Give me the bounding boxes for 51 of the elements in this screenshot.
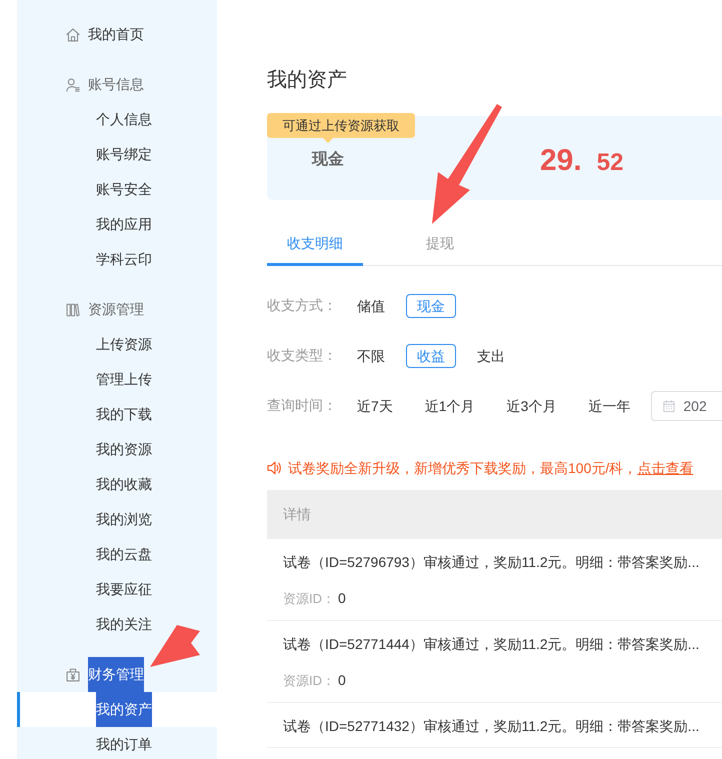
calendar-icon: [663, 400, 676, 412]
sidebar-item[interactable]: 管理上传: [17, 362, 217, 397]
record-detail: 试卷（ID=52771444）审核通过，奖励11.2元。明细：带答案奖励...: [283, 635, 700, 654]
sidebar-item[interactable]: 我的订单: [17, 727, 217, 759]
page-title: 我的资产: [267, 68, 348, 93]
filter-label: 收支类型：: [267, 347, 338, 365]
books-icon: [66, 302, 80, 316]
filter-option[interactable]: 储值: [346, 294, 396, 318]
balance-amount: 29.: [540, 144, 582, 178]
balance-decimals: 52: [596, 148, 624, 178]
record-detail: 试卷（ID=52796793）审核通过，奖励11.2元。明细：带答案奖励...: [283, 553, 700, 572]
sidebar-item[interactable]: 学科云印: [17, 242, 217, 277]
sidebar-item[interactable]: 账号绑定: [17, 137, 217, 172]
sidebar-item[interactable]: 我的应用: [17, 207, 217, 242]
yen-box-icon: [66, 668, 80, 682]
balance-label: 现金: [312, 150, 344, 170]
notice-text: 试卷奖励全新升级，新增优秀下载奖励，最高100元/科，点击查看: [288, 459, 694, 478]
sidebar-item[interactable]: 我的资产: [17, 692, 217, 727]
filter-option[interactable]: 近一年: [577, 394, 642, 418]
sidebar-item[interactable]: 我的下载: [17, 397, 217, 432]
home-icon: [66, 28, 80, 42]
user-icon: [66, 78, 80, 92]
sidebar-item[interactable]: 我的收藏: [17, 467, 217, 502]
date-field[interactable]: 202: [651, 391, 722, 421]
sidebar-link[interactable]: 我的首页: [88, 17, 144, 52]
filter-option[interactable]: 近1个月: [414, 394, 486, 418]
sidebar-item[interactable]: 个人信息: [17, 102, 217, 137]
resource-id-label: 资源ID：: [283, 590, 335, 608]
tooltip-badge: 可通过上传资源获取: [267, 113, 415, 143]
section-heading: 财务管理: [88, 657, 144, 692]
filter-option[interactable]: 支出: [466, 344, 516, 368]
filter-option[interactable]: 近3个月: [496, 394, 568, 418]
column-header: 详情: [267, 490, 722, 539]
sidebar-item[interactable]: 我的浏览: [17, 502, 217, 537]
sidebar-item[interactable]: 我的关注: [17, 607, 217, 642]
resource-id-label: 资源ID：: [283, 672, 335, 690]
section-heading: 资源管理: [88, 300, 144, 319]
record-detail: 试卷（ID=52771432）审核通过，奖励11.2元。明细：带答案奖励...: [283, 717, 700, 736]
sidebar-item[interactable]: 我要应征: [17, 572, 217, 607]
speaker-icon: [267, 461, 282, 475]
filter-option[interactable]: 近7天: [346, 394, 404, 418]
section-heading: 账号信息: [88, 75, 144, 94]
sidebar-item[interactable]: 我的资源: [17, 432, 217, 467]
filter-label: 收支方式：: [267, 297, 338, 315]
filter-option[interactable]: 不限: [346, 344, 396, 368]
resource-id-value: 0: [338, 589, 346, 608]
sidebar-item[interactable]: 我的云盘: [17, 537, 217, 572]
sidebar-item[interactable]: 上传资源: [17, 327, 217, 362]
sidebar-item[interactable]: 账号安全: [17, 172, 217, 207]
filter-label: 查询时间：: [267, 397, 338, 415]
resource-id-value: 0: [338, 671, 346, 690]
